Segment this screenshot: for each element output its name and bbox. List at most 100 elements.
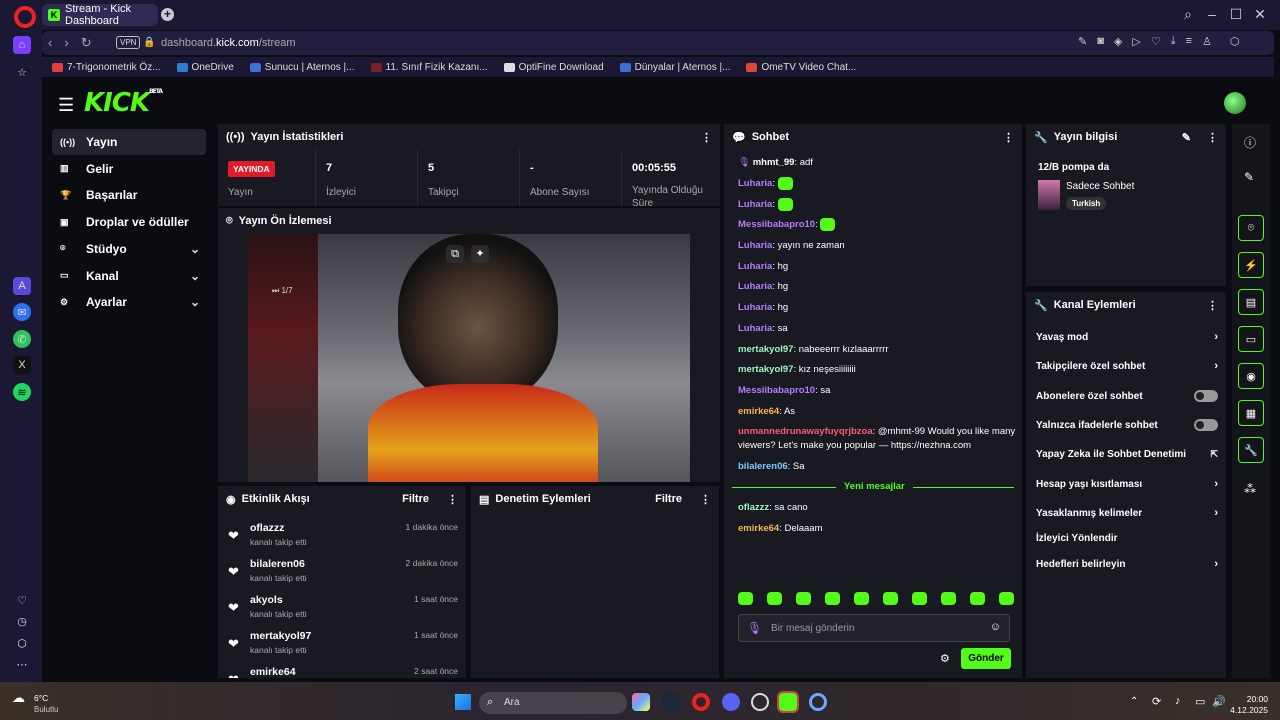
chat-username[interactable]: oflazzz [738,502,769,513]
chat-username[interactable]: Luharia [738,178,772,189]
emote-icon[interactable] [999,592,1014,605]
chat-username[interactable]: Messiibabapro10 [738,219,815,230]
chevron-down-icon[interactable]: ⌄ [190,295,200,309]
sidebar-item-4[interactable]: ⌾ Stüdyo ⌄ [52,236,206,262]
sparkle-icon[interactable]: ✦ [471,245,489,263]
chat-username[interactable]: mhmt_99 [753,157,795,168]
steam-icon[interactable] [662,693,680,711]
kebab-icon[interactable]: ⋮ [700,493,711,506]
sidebar-item-0[interactable]: ((•)) Yayın [52,129,206,155]
kebab-icon[interactable]: ⋮ [1207,299,1218,312]
toggle-switch[interactable] [1194,419,1218,431]
start-icon[interactable] [455,694,471,710]
send-button[interactable]: Gönder [961,648,1011,669]
user-avatar[interactable] [1224,92,1246,114]
emote-icon[interactable] [912,592,927,605]
chat-username[interactable]: Messiibabapro10 [738,385,815,396]
activity-user[interactable]: mertakyol97 [250,630,311,642]
back-icon[interactable]: ‹ [48,35,52,51]
chat-username[interactable]: emirke64 [738,523,779,534]
broadcast-button[interactable]: ◉ [1238,363,1264,389]
kick-logo[interactable]: KICKBETA [84,88,163,118]
chat-username[interactable]: Luharia [738,261,772,272]
aria-icon[interactable]: A [13,277,31,295]
apps-icon[interactable]: ⁂ [1244,482,1256,496]
activity-user[interactable]: oflazzz [250,522,284,534]
emote-icon[interactable] [941,592,956,605]
chat-input[interactable]: 🎙 Bir mesaj gönderin ☺ [738,614,1010,642]
maximize-icon[interactable]: ☐ [1224,6,1248,23]
emote-icon[interactable] [854,592,869,605]
bookmark-item[interactable]: 11. Sınıf Fizik Kazanı... [370,62,488,73]
activity-filter[interactable]: Filtre [402,493,429,505]
activity-user[interactable]: akyols [250,594,283,606]
mic-tray-icon[interactable]: ♪ [1175,695,1181,707]
activity-user[interactable]: emirke64 [250,666,296,678]
camera-button[interactable]: ⌾ [1238,215,1264,241]
search-icon[interactable]: ⌕ [1176,6,1200,23]
emote-icon[interactable] [796,592,811,605]
chat-username[interactable]: emirke64 [738,406,779,417]
chat-username[interactable]: mertakyol97 [738,364,793,375]
emote-icon[interactable] [970,592,985,605]
channel-action-item[interactable]: Abonelere özel sohbet [1036,390,1218,402]
info-icon[interactable]: ⓘ [1244,134,1256,151]
channel-action-item[interactable]: İzleyici Yönlendir [1036,533,1218,544]
sidebar-item-3[interactable]: ▣ Droplar ve ödüller [52,209,206,235]
minimize-icon[interactable]: – [1200,6,1224,22]
moderation-filter[interactable]: Filtre [655,493,682,505]
history-icon[interactable]: ◷ [13,612,31,630]
emote-icon[interactable] [883,592,898,605]
bookmark-item[interactable]: Dünyalar | Aternos |... [619,62,730,73]
reload-icon[interactable]: ↻ [81,35,92,51]
browser-tab[interactable]: K Stream - Kick Dashboard [42,3,158,27]
sidebar-item-2[interactable]: 🏆 Başarılar [52,182,206,208]
discord-icon[interactable] [722,693,740,711]
camera-icon[interactable]: ◙ [1097,35,1104,48]
chevron-down-icon[interactable]: ⌄ [190,242,200,256]
channel-action-item[interactable]: Hedefleri belirleyin › [1036,558,1218,570]
heart-outline-icon[interactable]: ♡ [1151,35,1161,48]
taskbar-search[interactable]: ⌕ Ara [479,692,627,714]
tools-button[interactable]: 🔧 [1238,437,1264,463]
home-icon[interactable]: ⌂ [13,36,31,54]
profile-icon[interactable]: ♙ [1202,35,1212,48]
emote-icon[interactable] [767,592,782,605]
chat-username[interactable]: Luharia [738,323,772,334]
channel-action-item[interactable]: Yavaş mod › [1036,331,1218,343]
channel-action-item[interactable]: Takipçilere özel sohbet › [1036,360,1218,372]
bookmark-item[interactable]: OmeTV Video Chat... [746,62,856,73]
url-text[interactable]: dashboard.kick.com/stream [161,37,296,49]
mic-icon[interactable]: 🎙 [747,621,762,635]
whatsapp-icon[interactable]: ✆ [13,330,31,348]
messenger-icon[interactable]: ✉ [13,303,31,321]
sync-icon[interactable]: ⟳ [1152,695,1161,708]
chat-username[interactable]: Luharia [738,199,772,210]
chat-settings-icon[interactable]: ⚙ [940,652,950,665]
chat-username[interactable]: bilaleren06 [738,461,788,472]
activity-user[interactable]: bilaleren06 [250,558,305,570]
bookmark-item[interactable]: OptiFine Download [503,62,604,73]
stream-video[interactable]: ⏭ 1/7 [248,234,690,482]
chat-username[interactable]: Luharia [738,302,772,313]
new-tab-icon[interactable]: + [161,8,174,21]
heart-icon[interactable]: ♡ [13,591,31,609]
kick-taskbar-icon[interactable] [777,691,799,713]
opera-taskbar-icon[interactable] [692,693,710,711]
lock-icon[interactable]: 🔒 [143,37,155,48]
copilot-icon[interactable] [632,693,650,711]
play-icon[interactable]: ▷ [1132,35,1140,48]
vpn-badge[interactable]: VPN [116,36,141,49]
spotify-icon[interactable]: ≋ [13,383,31,401]
sidebar-item-5[interactable]: ▭ Kanal ⌄ [52,263,206,289]
popout-icon[interactable]: ⧉ [446,245,464,263]
kebab-icon[interactable]: ⋮ [447,493,458,506]
layout-button[interactable]: ▦ [1238,400,1264,426]
download-icon[interactable]: ⤓ [1171,35,1176,48]
box-icon[interactable]: ⬡ [1230,35,1240,48]
obs-icon[interactable] [809,693,827,711]
sidebar-item-6[interactable]: ⚙ Ayarlar ⌄ [52,289,206,315]
edit-icon[interactable]: ✎ [1182,131,1191,144]
chat-username[interactable]: mertakyol97 [738,344,793,355]
forward-icon[interactable]: › [64,35,68,51]
